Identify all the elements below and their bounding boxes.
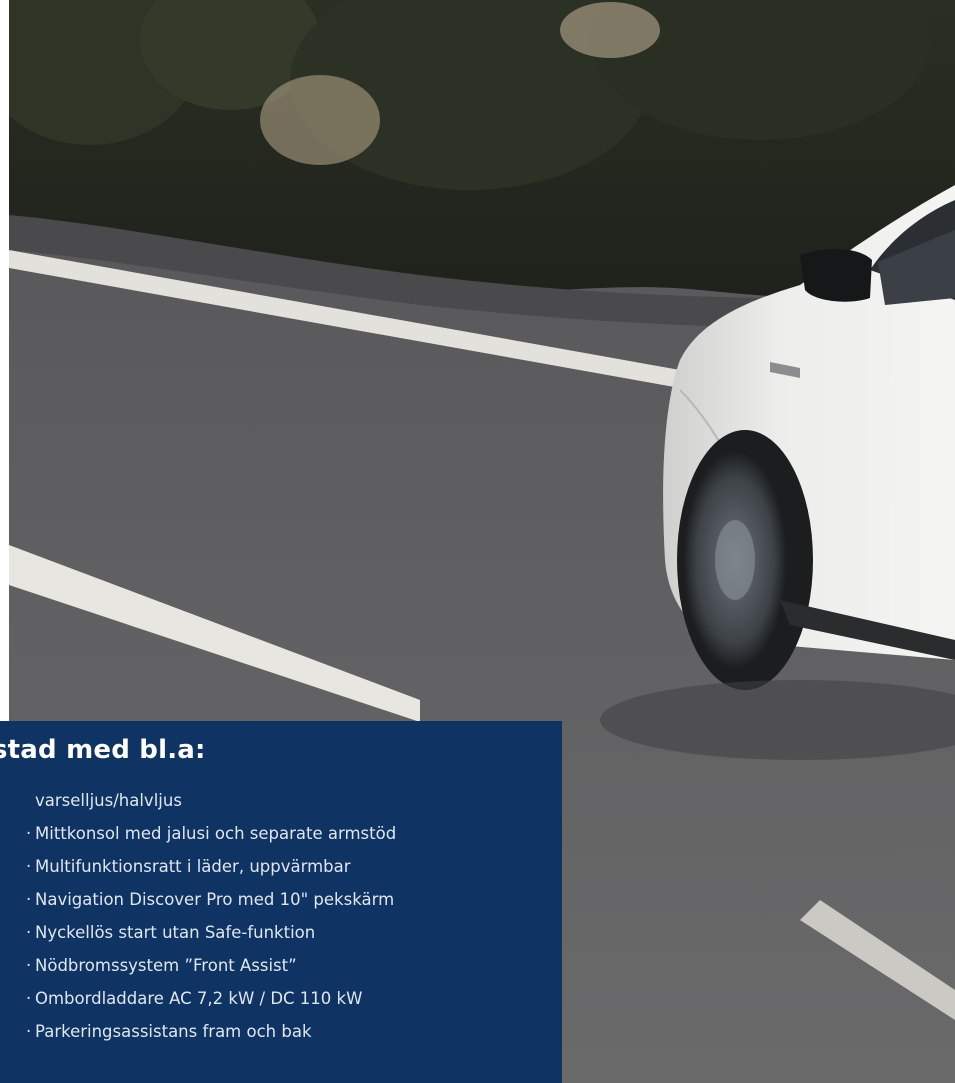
list-item-text: Navigation Discover Pro med 10" pekskärm — [35, 890, 395, 909]
bullet-icon: · — [26, 956, 32, 975]
list-item-text: Ombordladdare AC 7,2 kW / DC 110 kW — [35, 989, 363, 1008]
page: stad med bl.a: ·varselljus/halvljus ·Mit… — [0, 0, 955, 1083]
feature-list: ·varselljus/halvljus ·Mittkonsol med jal… — [26, 791, 396, 1055]
bullet-icon: · — [26, 824, 32, 843]
page-left-margin — [0, 0, 9, 722]
equipment-panel: stad med bl.a: ·varselljus/halvljus ·Mit… — [0, 721, 562, 1083]
bullet-icon: · — [26, 890, 32, 909]
list-item: · Multifunktionsratt i läder, uppvärmbar — [26, 857, 396, 890]
bullet-icon: · — [26, 1022, 32, 1041]
list-item-text: varselljus/halvljus — [35, 791, 182, 810]
panel-heading: stad med bl.a: — [0, 735, 206, 765]
list-item: · Nyckellös start utan Safe-funktion — [26, 923, 396, 956]
list-item-text: Multifunktionsratt i läder, uppvärmbar — [35, 857, 351, 876]
list-item: · Parkeringsassistans fram och bak — [26, 1022, 396, 1055]
list-item-text: Mittkonsol med jalusi och separate armst… — [35, 824, 397, 843]
list-item-text: Parkeringsassistans fram och bak — [35, 1022, 312, 1041]
bullet-icon: · — [26, 923, 32, 942]
list-item: · Nödbromssystem ”Front Assist” — [26, 956, 396, 989]
list-item-text: Nyckellös start utan Safe-funktion — [35, 923, 316, 942]
list-item-text: Nödbromssystem ”Front Assist” — [35, 956, 297, 975]
list-item: · Ombordladdare AC 7,2 kW / DC 110 kW — [26, 989, 396, 1022]
list-item: · Mittkonsol med jalusi och separate arms… — [26, 824, 396, 857]
bullet-icon: · — [26, 857, 32, 876]
list-item: ·varselljus/halvljus — [26, 791, 396, 824]
list-item: · Navigation Discover Pro med 10" pekskär… — [26, 890, 396, 923]
bullet-icon: · — [26, 989, 32, 1008]
